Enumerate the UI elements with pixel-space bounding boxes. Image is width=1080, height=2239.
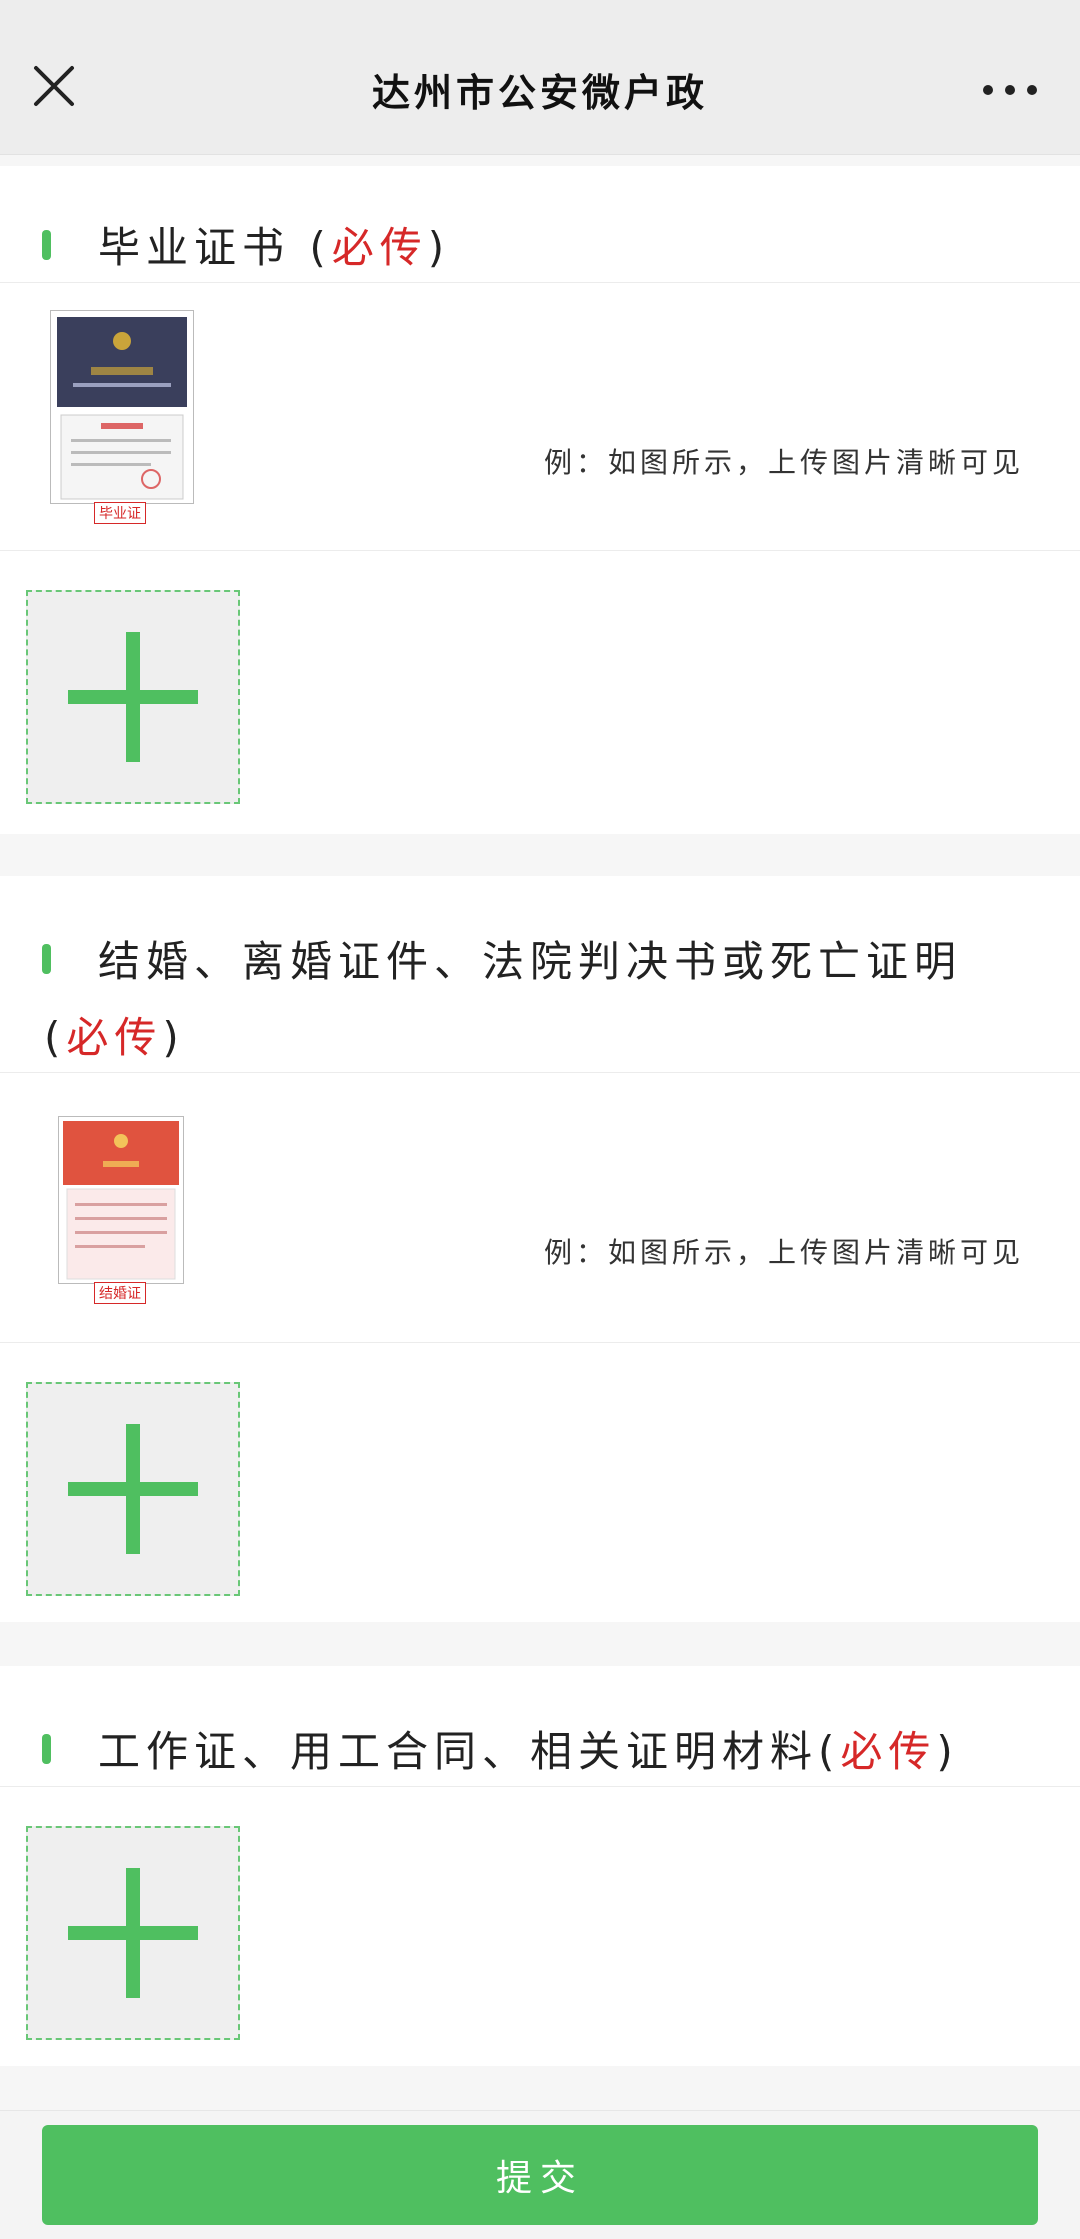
submit-bar: 提交 [0, 2110, 1080, 2239]
divider [0, 282, 1080, 283]
divider [0, 1786, 1080, 1787]
example-image-marriage [58, 1116, 184, 1284]
required-tag: 必传 [66, 1013, 163, 1062]
paren-close: ) [936, 1727, 959, 1776]
upload-button[interactable] [26, 1826, 240, 2040]
paren-open: ( [309, 223, 332, 272]
section-label: 结婚、离婚证件、法院判决书或死亡证明 [98, 937, 963, 986]
divider [0, 1342, 1080, 1343]
section-title: 毕业证书 (必传) [0, 214, 1080, 275]
more-button[interactable] [980, 72, 1040, 108]
section-title-continued: (必传) [44, 1004, 185, 1065]
paren-open: ( [44, 1013, 67, 1062]
section-title: 工作证、用工合同、相关证明材料(必传) [0, 1718, 1080, 1779]
required-tag: 必传 [840, 1727, 937, 1776]
example-caption: 毕业证 [94, 502, 146, 524]
paren-open: ( [818, 1727, 841, 1776]
required-tag: 必传 [331, 223, 428, 272]
paren-close: ) [427, 223, 451, 272]
page-title: 达州市公安微户政 [371, 71, 708, 115]
plus-icon [68, 1868, 198, 1998]
paren-close: ) [162, 1013, 185, 1062]
plus-icon [68, 632, 198, 762]
example-image-graduation [50, 310, 194, 504]
submit-button[interactable]: 提交 [42, 2125, 1038, 2225]
upload-button[interactable] [26, 1382, 240, 1596]
section-label: 毕业证书 [98, 223, 291, 272]
example-caption: 结婚证 [94, 1282, 146, 1304]
example-hint-text: 例：如图所示，上传图片清晰可见 [544, 1236, 1025, 1269]
divider [0, 550, 1080, 551]
section-marriage: 结婚、离婚证件、法院判决书或死亡证明 (必传) 结婚证 例：如图所示，上传图片清… [0, 876, 1080, 1622]
section-title: 结婚、离婚证件、法院判决书或死亡证明 [0, 928, 1080, 989]
certificate-illustration [63, 1121, 179, 1280]
certificate-illustration [57, 317, 187, 500]
divider [0, 1072, 1080, 1073]
more-dots-icon [983, 85, 1037, 95]
section-label: 工作证、用工合同、相关证明材料 [98, 1727, 819, 1776]
upload-button[interactable] [26, 590, 240, 804]
section-work: 工作证、用工合同、相关证明材料(必传) [0, 1666, 1080, 2066]
section-graduation: 毕业证书 (必传) 毕业证 例：如图所示，上传图片清晰可见 [0, 166, 1080, 834]
top-bar: 达州市公安微户政 [0, 0, 1080, 155]
example-hint-text: 例：如图所示，上传图片清晰可见 [544, 446, 1025, 479]
plus-icon [68, 1424, 198, 1554]
